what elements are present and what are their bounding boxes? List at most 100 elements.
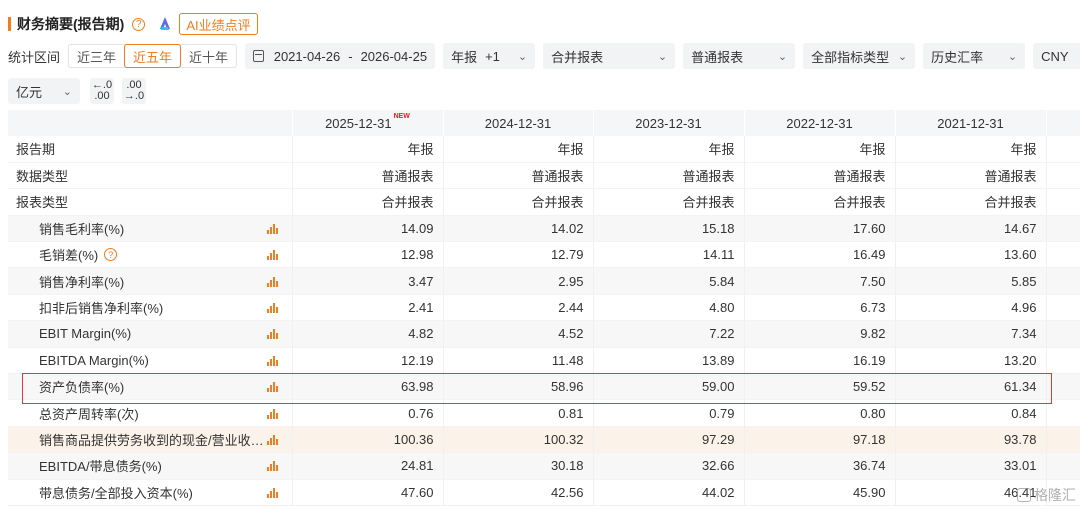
exchange-rate-select[interactable]: 历史汇率 ⌄ <box>923 43 1026 69</box>
table-cell-overflow <box>1045 294 1080 321</box>
table-row: EBITDA/带息债务(%) 24.81 30.18 32.66 36.74 33.01 <box>8 452 1080 480</box>
table-cell: 年报 <box>743 136 895 163</box>
header-corner <box>8 110 293 136</box>
row-label-cell: 报表类型 <box>8 189 292 215</box>
table-cell: 11.48 <box>442 347 593 374</box>
table-row: 毛销差(%)? 12.98 12.79 14.11 16.49 13.60 <box>8 241 1080 268</box>
row-label-cell: 报告期 <box>8 136 292 162</box>
help-icon[interactable]: ? <box>132 17 146 31</box>
table-cell-overflow <box>1045 241 1080 268</box>
row-label-cell: EBIT Margin(%) <box>8 320 292 348</box>
table-row: 销售毛利率(%) 14.09 14.02 15.18 17.60 14.67 <box>8 215 1080 242</box>
table-row: 总资产周转率(次) 0.76 0.81 0.79 0.80 0.84 <box>8 399 1080 427</box>
table-cell-overflow <box>1045 136 1080 163</box>
table-row: EBITDA Margin(%) 12.19 11.48 13.89 16.19 13.2… <box>8 347 1080 374</box>
column-header-overflow <box>1046 110 1080 136</box>
table-cell: 年报 <box>291 136 443 163</box>
column-header[interactable]: 2022-12-31 <box>744 110 896 136</box>
date-range-picker[interactable]: 2021-04-26 - 2026-04-25 <box>245 43 436 69</box>
ai-review-button[interactable]: AI业绩点评 <box>179 13 258 35</box>
range-label: 统计区间 <box>8 49 61 65</box>
bar-chart-icon[interactable] <box>266 302 278 314</box>
bar-chart-icon[interactable] <box>266 223 278 234</box>
table-cell: 7.50 <box>743 267 895 295</box>
table-cell: 年报 <box>442 136 593 163</box>
row-label-wrapper: 扣非后销售净利率(%) <box>39 298 292 317</box>
table-cell: 合并报表 <box>743 188 895 216</box>
row-label-cell: 毛销差(%)? <box>8 242 292 268</box>
bar-chart-icon[interactable] <box>266 249 278 261</box>
bar-chart-icon[interactable] <box>266 355 278 366</box>
table-cell: 4.80 <box>592 294 744 321</box>
table-cell: 100.32 <box>442 426 593 453</box>
statement-type-value: 普通报表 <box>691 49 744 65</box>
row-label: 报表类型 <box>16 195 69 211</box>
table-cell: 0.76 <box>291 399 443 427</box>
table-cell: 12.98 <box>291 241 443 268</box>
table-row: 带息债务/全部投入资本(%) 47.60 42.56 44.02 45.90 46.41 <box>8 479 1080 506</box>
page-title: 财务摘要(报告期) <box>17 16 125 32</box>
financial-summary-table-wrapper: 2025-12-31 NEW 2024-12-31 2023-12-31 2022… <box>8 110 1080 506</box>
row-label-cell: 销售商品提供劳务收到的现金/营业收入... <box>8 426 292 453</box>
column-header[interactable]: 2023-12-31 <box>593 110 745 136</box>
range-3y-button[interactable]: 近三年 <box>69 45 124 67</box>
currency-select[interactable]: CNY <box>1033 43 1080 69</box>
table-cell: 7.34 <box>894 320 1046 348</box>
row-label-wrapper: EBIT Margin(%) <box>39 326 292 341</box>
table-header-row: 2025-12-31 NEW 2024-12-31 2023-12-31 2022… <box>8 110 1080 136</box>
row-label-cell: 销售毛利率(%) <box>8 215 292 242</box>
table-cell: 14.09 <box>291 215 443 242</box>
row-label-wrapper: 报告期 <box>16 139 292 158</box>
bar-chart-icon[interactable] <box>266 328 278 340</box>
row-label: EBIT Margin(%) <box>39 326 132 342</box>
indicator-type-select[interactable]: 全部指标类型 ⌄ <box>803 43 916 69</box>
date-end: 2026-04-25 <box>360 48 428 64</box>
column-header[interactable]: 2024-12-31 <box>443 110 594 136</box>
range-10y-button[interactable]: 近十年 <box>181 45 236 67</box>
row-label-wrapper: 销售商品提供劳务收到的现金/营业收入... <box>39 430 292 449</box>
column-header[interactable]: 2025-12-31 NEW <box>292 110 444 136</box>
bar-chart-icon[interactable] <box>266 276 278 287</box>
table-cell-overflow <box>1045 452 1080 480</box>
help-icon[interactable]: ? <box>104 248 118 262</box>
financial-summary-table: 2025-12-31 NEW 2024-12-31 2023-12-31 2022… <box>8 110 1080 506</box>
bar-chart-icon[interactable] <box>266 434 278 445</box>
column-header[interactable]: 2021-12-31 <box>895 110 1047 136</box>
bar-chart-icon[interactable] <box>266 381 278 393</box>
table-cell: 合并报表 <box>442 188 593 216</box>
table-cell: 44.02 <box>592 479 744 506</box>
table-row: 报告期 年报 年报 年报 年报 年报 <box>8 136 1080 163</box>
table-cell-overflow <box>1045 320 1080 348</box>
bar-chart-icon[interactable] <box>266 487 278 498</box>
unit-select[interactable]: 亿元 ⌄ <box>8 78 80 104</box>
table-cell: 13.60 <box>894 241 1046 268</box>
consolidation-select[interactable]: 合并报表 ⌄ <box>543 43 676 69</box>
row-label: 总资产周转率(次) <box>39 406 139 422</box>
report-type-select[interactable]: 年报 +1 ⌄ <box>443 43 536 69</box>
unit-value: 亿元 <box>16 84 43 100</box>
bar-chart-icon[interactable] <box>266 460 278 472</box>
table-cell: 93.78 <box>894 426 1046 453</box>
report-type-value: 年报 <box>451 49 478 65</box>
bar-chart-icon[interactable] <box>266 408 278 419</box>
date-separator: - <box>348 48 353 64</box>
table-cell: 5.84 <box>592 267 744 295</box>
increase-decimal-button[interactable]: .00 →.0 <box>122 78 146 104</box>
chevron-down-icon: ⌄ <box>62 85 72 98</box>
date-start: 2021-04-26 <box>273 48 341 64</box>
filter-bar: 统计区间 近三年 近五年 近十年 2021-04-26 - 2026-04-25… <box>0 43 1080 69</box>
table-cell: 4.96 <box>894 294 1046 321</box>
table-cell: 58.96 <box>442 373 593 400</box>
table-cell-overflow <box>1045 267 1080 295</box>
row-label-wrapper: 销售净利率(%) <box>39 272 292 291</box>
table-cell: 17.60 <box>743 215 895 242</box>
range-5y-button[interactable]: 近五年 <box>124 44 182 68</box>
currency-value: CNY <box>1041 48 1069 64</box>
table-cell: 63.98 <box>291 373 443 400</box>
table-cell: 32.66 <box>592 452 744 480</box>
exchange-rate-value: 历史汇率 <box>931 49 984 65</box>
statement-type-select[interactable]: 普通报表 ⌄ <box>683 43 796 69</box>
decrease-decimal-button[interactable]: ←.0 .00 <box>90 78 114 104</box>
table-row: 销售商品提供劳务收到的现金/营业收入... 100.36 100.32 97.29 97… <box>8 426 1080 453</box>
table-cell: 14.02 <box>442 215 593 242</box>
